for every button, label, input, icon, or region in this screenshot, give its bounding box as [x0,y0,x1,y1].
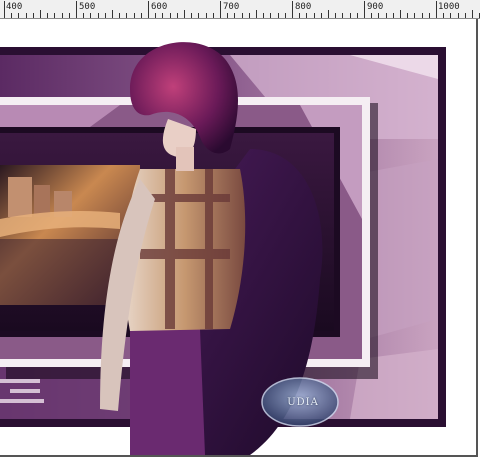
ruler-tick [299,13,301,18]
ruler-tick [443,13,445,18]
ruler-tick [306,13,308,18]
ruler-tick [68,13,70,18]
ruler-tick [54,13,56,18]
ruler-tick [328,10,329,18]
ruler-tick [11,13,13,18]
ruler-tick [76,1,77,18]
ruler-tick [277,13,279,18]
watermark-text: UDIA [287,397,319,408]
ruler-tick [191,13,193,18]
ruler-tick [364,1,365,18]
ruler-tick [4,1,5,18]
ruler-label-500: 500 [79,2,96,12]
ruler-tick [392,13,394,18]
ruler-tick [263,13,265,18]
ruler-tick [133,13,135,18]
image-canvas[interactable]: UDIA [0,19,478,457]
ruler-tick [313,13,315,18]
ruler-label-800: 800 [295,2,312,12]
ruler-tick [205,13,207,18]
ruler-tick [421,13,423,18]
ruler-tick [457,13,459,18]
ruler-tick [212,13,214,18]
ruler-tick [32,13,34,18]
ruler-label-700: 700 [223,2,240,12]
ruler-tick [176,13,178,18]
ruler-tick [119,13,121,18]
ruler-label-900: 900 [367,2,384,12]
ruler-tick [61,13,63,18]
ruler-tick [140,13,142,18]
ruler-tick [112,10,113,18]
ruler-tick [356,13,358,18]
ruler-tick [83,13,85,18]
ruler-label-600: 600 [151,2,168,12]
ruler-tick [436,1,437,18]
ruler-tick [371,13,373,18]
ruler-tick [407,13,409,18]
ruler-tick [284,13,286,18]
ruler-tick [220,1,221,18]
ruler-tick [248,13,250,18]
ruler-tick [162,13,164,18]
ruler-tick [198,13,200,18]
ruler-tick [227,13,229,18]
artwork [0,42,446,455]
ruler-tick [126,13,128,18]
ruler-tick [97,13,99,18]
ruler-tick [320,13,322,18]
ruler-tick [90,13,92,18]
ruler-tick [155,13,157,18]
ruler-tick [148,1,149,18]
ruler-tick [472,10,473,18]
ruler-tick [385,13,387,18]
ruler-tick [292,1,293,18]
ruler-tick [25,13,27,18]
ruler-tick [428,13,430,18]
ruler-tick [335,13,337,18]
ruler-tick [234,13,236,18]
ruler-tick [270,13,272,18]
ruler-tick [349,13,351,18]
ruler-label-400: 400 [6,2,23,12]
ruler-tick [241,13,243,18]
ruler-label-1000: 1000 [438,2,460,12]
ruler-tick [400,10,401,18]
ruler-tick [47,13,49,18]
ruler-tick [378,13,380,18]
ruler-tick [450,13,452,18]
ruler-tick [104,13,106,18]
ruler-tick [342,13,344,18]
ruler-tick [169,13,171,18]
ruler-tick [464,13,466,18]
ruler-tick [40,10,41,18]
horizontal-ruler[interactable]: 400 500 600 700 800 900 1000 [0,0,480,19]
ruler-tick [414,13,416,18]
ruler-tick [18,13,20,18]
ruler-tick [184,10,185,18]
ruler-tick [256,10,257,18]
